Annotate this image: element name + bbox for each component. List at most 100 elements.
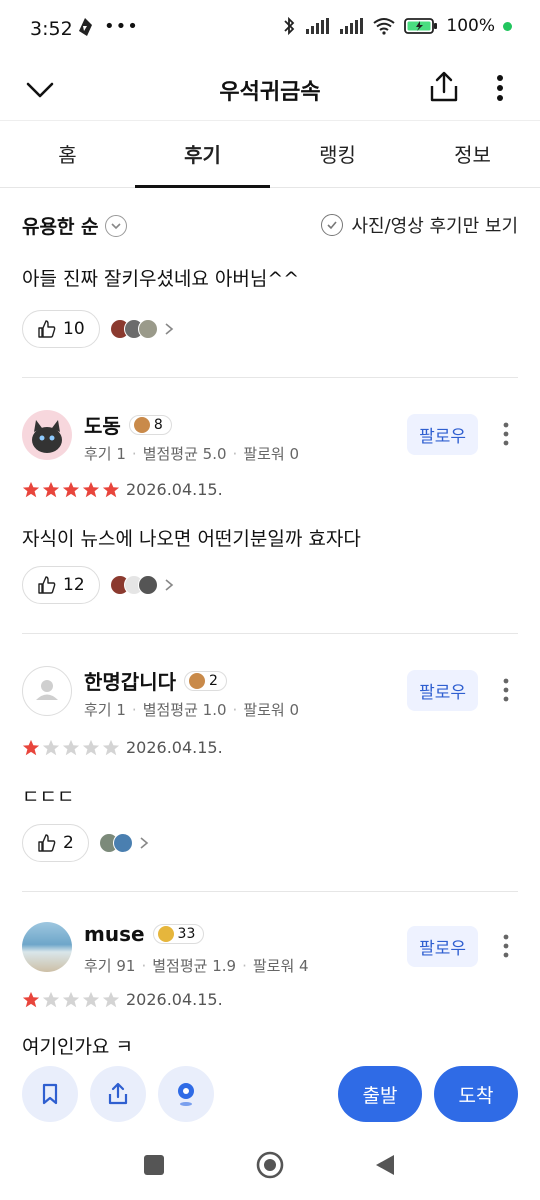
reactor-avatars[interactable] [109,575,176,595]
rating-average: 별점평균 1.0 [142,701,227,719]
more-vertical-icon[interactable] [486,70,514,106]
bookmark-icon [42,1083,58,1105]
review-date: 2026.04.15. [126,990,223,1009]
star-empty-icon [62,739,80,755]
avatar[interactable] [22,922,72,972]
review-date: 2026.04.15. [126,738,223,757]
reviewer-name[interactable]: 한명갑니다 [84,666,176,695]
star-empty-icon [82,739,100,755]
reviewer-name[interactable]: muse [84,922,145,946]
divider [22,377,518,378]
reactor-avatars[interactable] [109,319,176,339]
battery-percent: 100% [446,16,495,36]
reactions-row: 2 [22,824,151,862]
reactor-avatar [137,575,158,595]
tab-info[interactable]: 정보 [405,121,540,187]
level-badge: 33 [152,924,205,944]
rating-row: 2026.04.15. [22,480,223,499]
like-count: 2 [63,833,74,853]
avatar[interactable] [22,666,72,716]
divider [22,633,518,634]
star-icon [62,481,80,497]
review-text: 아들 진짜 잘키우셨네요 아버님^^ [22,268,300,290]
map-pin-icon [178,1083,194,1106]
more-vertical-icon[interactable] [498,932,514,960]
reviewer-stats: 후기 91 · 별점평균 1.9 · 팔로워 4 [84,956,309,976]
thumbs-up-icon [38,834,56,852]
rating-row: 2026.04.15. [22,738,223,757]
tab-bar: 홈 후기 랭킹 정보 [0,120,540,188]
star-empty-icon [42,739,60,755]
star-icon [42,481,60,497]
back-icon[interactable] [374,1153,396,1177]
reactions-row: 12 [22,566,176,604]
more-vertical-icon[interactable] [498,676,514,704]
star-rating [22,991,120,1009]
status-time: 3:52 [30,18,73,40]
like-button[interactable]: 2 [22,824,89,862]
rating-row: 2026.04.15. [22,990,223,1009]
follower-count: 팔로워 4 [252,957,309,975]
depart-button[interactable]: 출발 [338,1066,422,1122]
review-count: 후기 1 [84,445,126,463]
star-empty-icon [102,991,120,1007]
star-empty-icon [102,739,120,755]
sort-row: 유용한 순 사진/영상 후기만 보기 [22,206,518,246]
review-count: 후기 91 [84,957,136,975]
star-icon [82,481,100,497]
chevron-right-icon [165,579,173,591]
star-rating [22,481,120,499]
tab-home[interactable]: 홈 [0,121,135,187]
photo-only-label: 사진/영상 후기만 보기 [351,216,518,237]
bottom-action-bar: 출발 도착 [0,1066,540,1124]
star-icon [22,481,40,497]
like-button[interactable]: 12 [22,566,100,604]
star-empty-icon [62,991,80,1007]
follow-button[interactable]: 팔로우 [407,670,478,711]
battery-icon [404,18,438,34]
reviewer-header: muse 33 후기 91 · 별점평균 1.9 · 팔로워 4 팔로우 [22,922,518,982]
level-badge: 8 [128,414,172,435]
bookmark-button[interactable] [22,1066,78,1122]
review-text: 자식이 뉴스에 나오면 어떤기분일까 효자다 [22,528,361,550]
bluetooth-icon [284,16,295,36]
notification-app-icon [79,17,92,36]
review-date: 2026.04.15. [126,480,223,499]
avatar[interactable] [22,410,72,460]
map-pin-button[interactable] [158,1066,214,1122]
chevron-down-icon [104,214,127,237]
follow-button[interactable]: 팔로우 [407,926,478,967]
reactor-avatars[interactable] [98,833,151,853]
level-icon [133,416,150,433]
like-count: 12 [63,575,85,595]
rating-average: 별점평균 1.9 [152,957,237,975]
signal-icon [306,18,330,34]
star-icon [22,739,40,755]
sort-dropdown[interactable]: 유용한 순 [22,212,127,239]
arrive-button[interactable]: 도착 [434,1066,518,1122]
tab-reviews[interactable]: 후기 [135,121,270,188]
like-button[interactable]: 10 [22,310,100,348]
share-button[interactable] [90,1066,146,1122]
signal-icon-2 [340,18,364,34]
reviewer-stats: 후기 1 · 별점평균 1.0 · 팔로워 0 [84,700,300,720]
review-text: ㄷㄷㄷ [22,786,75,808]
tab-ranking[interactable]: 랭킹 [270,121,405,187]
divider [22,891,518,892]
more-notifications-icon: ••• [104,16,139,37]
follow-button[interactable]: 팔로우 [407,414,478,455]
recent-apps-icon[interactable] [143,1154,165,1176]
share-icon[interactable] [424,68,464,108]
level-value: 8 [153,416,163,433]
reviewer-header: 도동 8 후기 1 · 별점평균 5.0 · 팔로워 0 팔로우 [22,410,518,470]
home-icon[interactable] [256,1151,284,1179]
rating-average: 별점평균 5.0 [142,445,227,463]
follower-count: 팔로워 0 [243,445,300,463]
thumbs-up-icon [38,576,56,594]
review-count: 후기 1 [84,701,126,719]
more-vertical-icon[interactable] [498,420,514,448]
reviewer-name[interactable]: 도동 [84,410,121,439]
photo-only-filter[interactable]: 사진/영상 후기만 보기 [321,212,518,238]
star-icon [102,481,120,497]
review-text: 여기인가요 ㅋ [22,1036,133,1058]
